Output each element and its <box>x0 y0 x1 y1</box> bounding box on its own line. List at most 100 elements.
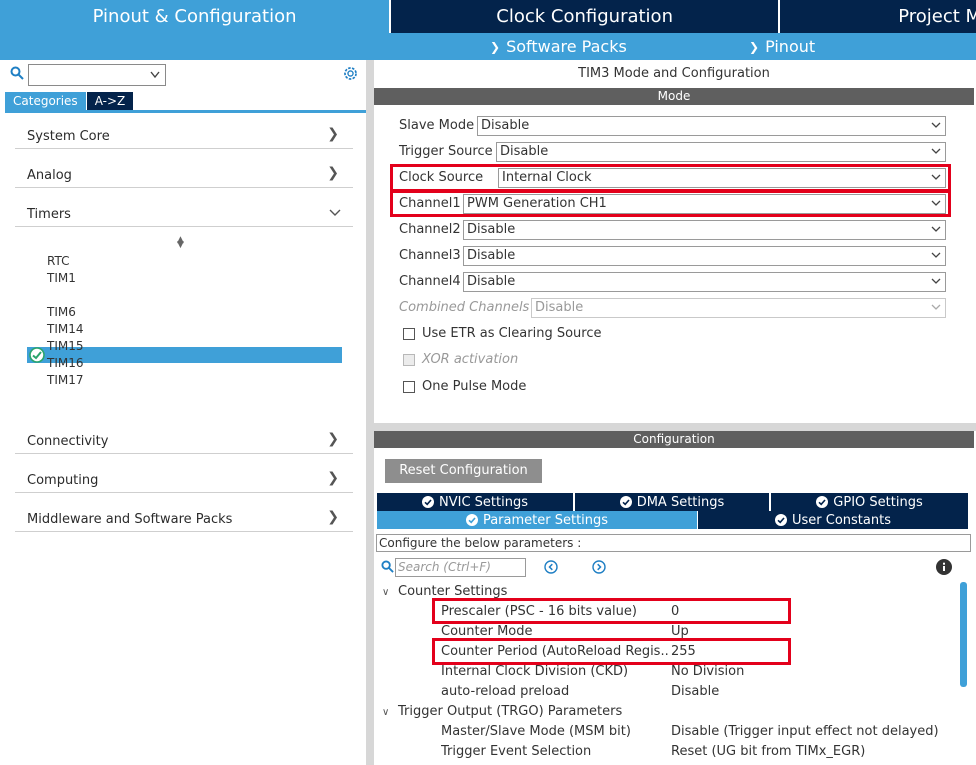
chevron-right-icon: ❯ <box>327 509 339 525</box>
timer-item-tim15[interactable]: TIM15 <box>47 338 84 354</box>
tab-clock-configuration[interactable]: Clock Configuration <box>391 0 779 33</box>
info-icon[interactable] <box>936 559 952 575</box>
search-icon[interactable] <box>10 66 24 80</box>
channel2-select[interactable]: Disable <box>463 220 946 240</box>
combined-channels-select: Disable <box>531 298 946 318</box>
category-search-input[interactable] <box>28 64 166 86</box>
combined-channels-label: Combined Channels <box>399 300 530 315</box>
category-label: Analog <box>27 168 72 183</box>
tab-gpio-settings[interactable]: GPIO Settings <box>771 493 968 511</box>
category-middleware[interactable]: Middleware and Software Packs ❯ <box>15 506 353 532</box>
chevron-right-icon: ❯ <box>327 165 339 181</box>
trgo-parameters-group[interactable]: ∨ Trigger Output (TRGO) Parameters <box>382 703 622 721</box>
clock-source-highlight <box>390 164 951 192</box>
channel4-label: Channel4 <box>399 274 461 289</box>
next-icon[interactable] <box>592 560 606 574</box>
category-connectivity[interactable]: Connectivity ❯ <box>15 428 353 454</box>
chevron-down-icon <box>931 226 941 232</box>
category-system-core[interactable]: System Core ❯ <box>15 123 353 149</box>
xor-label: XOR activation <box>422 352 519 367</box>
channel4-select[interactable]: Disable <box>463 272 946 292</box>
gear-icon[interactable] <box>342 65 359 82</box>
sub-menu-bar: ❯ Software Packs ❯ Pinout <box>0 33 976 60</box>
timer-item-tim3[interactable]: TIM3 <box>47 287 76 303</box>
chevron-down-icon: ❯ <box>749 39 760 54</box>
trigger-source-select[interactable]: Disable <box>496 142 946 162</box>
param-value[interactable]: Disable (Trigger input effect not delaye… <box>671 723 939 741</box>
category-label: Computing <box>27 473 99 488</box>
category-search-row <box>0 60 366 90</box>
tab-dma-settings[interactable]: DMA Settings <box>575 493 769 511</box>
tab-user-constants[interactable]: User Constants <box>698 511 968 529</box>
category-label: System Core <box>27 129 110 144</box>
category-label: Connectivity <box>27 434 109 449</box>
panel-splitter[interactable] <box>366 60 374 765</box>
configuration-section-header: Configuration <box>374 431 974 448</box>
tab-parameter-settings[interactable]: Parameter Settings <box>377 511 697 529</box>
category-label: Middleware and Software Packs <box>27 512 233 527</box>
chevron-right-icon: ❯ <box>327 470 339 486</box>
chevron-down-icon: ❯ <box>490 39 501 54</box>
check-circle-icon <box>816 496 829 508</box>
parameter-search-input[interactable]: Search (Ctrl+F) <box>395 558 526 577</box>
chevron-right-icon: ❯ <box>327 126 339 142</box>
timer-item-tim14[interactable]: TIM14 <box>47 321 84 337</box>
category-label: Timers <box>27 207 71 222</box>
category-timers[interactable]: Timers <box>15 201 353 227</box>
check-circle-icon <box>465 514 478 526</box>
chevron-down-icon <box>329 209 341 216</box>
channel4-value: Disable <box>467 274 516 289</box>
main-tabs: Pinout & Configuration Clock Configurati… <box>0 0 976 33</box>
etr-label: Use ETR as Clearing Source <box>422 326 602 341</box>
one-pulse-checkbox[interactable] <box>403 381 415 393</box>
etr-checkbox[interactable] <box>403 328 415 340</box>
tab-nvic-settings[interactable]: NVIC Settings <box>377 493 573 511</box>
tab-pinout-configuration[interactable]: Pinout & Configuration <box>0 0 390 33</box>
group-label: Counter Settings <box>398 584 508 599</box>
combined-channels-value: Disable <box>535 300 584 315</box>
tab-a-to-z[interactable]: A->Z <box>86 92 134 110</box>
counter-period-highlight <box>432 638 791 665</box>
channel2-label: Channel2 <box>399 222 461 237</box>
pinout-menu[interactable]: ❯ Pinout <box>749 33 815 60</box>
channel3-select[interactable]: Disable <box>463 246 946 266</box>
param-value[interactable]: No Division <box>671 663 744 681</box>
category-computing[interactable]: Computing ❯ <box>15 467 353 493</box>
timer-item-tim17[interactable]: TIM17 <box>47 372 84 388</box>
check-circle-icon <box>29 347 45 363</box>
check-circle-icon <box>422 496 434 508</box>
slave-mode-select[interactable]: Disable <box>477 116 946 136</box>
slave-mode-value: Disable <box>481 118 530 133</box>
trigger-source-label: Trigger Source <box>399 144 493 159</box>
categories-panel: Categories A->Z System Core ❯ Analog ❯ T… <box>0 60 366 765</box>
category-analog[interactable]: Analog ❯ <box>15 162 353 188</box>
param-name: auto-reload preload <box>441 684 570 699</box>
chevron-down-icon: ∨ <box>382 707 390 718</box>
parameter-search-placeholder: Search (Ctrl+F) <box>398 560 491 574</box>
param-value[interactable]: Disable <box>671 683 719 701</box>
mode-section-header: Mode <box>374 88 974 105</box>
tab-label: DMA Settings <box>636 494 725 510</box>
sort-icon[interactable]: ▲ ▼ <box>177 236 184 250</box>
parameters-scrollbar[interactable] <box>960 582 967 687</box>
timer-item-tim16[interactable]: TIM16 <box>47 355 84 371</box>
timer-item-tim1[interactable]: TIM1 <box>47 270 76 286</box>
tab-project-manager[interactable]: Project Manager <box>780 0 976 33</box>
search-icon[interactable] <box>381 560 394 573</box>
timer-item-tim6[interactable]: TIM6 <box>47 304 76 320</box>
timer-item-rtc[interactable]: RTC <box>47 253 69 269</box>
chevron-right-icon: ❯ <box>327 431 339 447</box>
check-circle-icon <box>619 496 632 508</box>
reset-configuration-button[interactable]: Reset Configuration <box>385 459 542 483</box>
previous-icon[interactable] <box>544 560 558 574</box>
section-splitter[interactable] <box>374 423 976 431</box>
tim3-config-panel: TIM3 Mode and Configuration Mode Slave M… <box>374 60 976 765</box>
software-packs-menu[interactable]: ❯ Software Packs <box>490 33 627 60</box>
chevron-down-icon <box>931 304 941 310</box>
param-value[interactable]: Reset (UG bit from TIMx_EGR) <box>671 743 865 761</box>
chevron-down-icon <box>931 122 941 128</box>
tab-label: GPIO Settings <box>833 494 923 510</box>
tab-categories[interactable]: Categories <box>5 92 86 110</box>
chevron-down-icon <box>931 252 941 258</box>
prescaler-highlight <box>432 598 791 624</box>
